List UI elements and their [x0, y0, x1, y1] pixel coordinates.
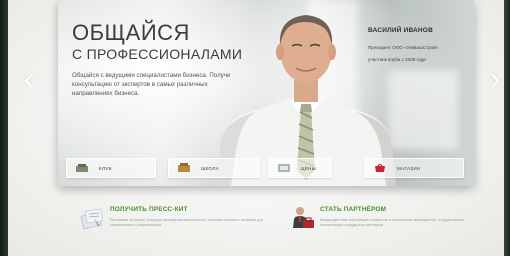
- banner-nav: КЛУБ ШКОЛА ЦЕНЫ МАГАЗИН: [58, 150, 474, 186]
- become-partner-link[interactable]: СТАТЬ ПАРТНЁРОМ Взаимодействие корпораци…: [290, 206, 480, 240]
- press-kit-description: Рекламная ситуация, ситуация проведения …: [110, 218, 264, 227]
- become-partner-title: СТАТЬ ПАРТНЁРОМ: [320, 206, 387, 213]
- tab-school[interactable]: ШКОЛА: [168, 158, 260, 178]
- hero-banner: ОБЩАЙСЯ С ПРОФЕССИОНАЛАМИ Общайся с веду…: [58, 0, 474, 186]
- tab-label: ЦЕНЫ: [301, 165, 317, 171]
- tab-shop[interactable]: МАГАЗИН: [364, 158, 464, 178]
- press-kit-icon: [80, 208, 104, 230]
- press-kit-title: ПОЛУЧИТЬ ПРЕСС-КИТ: [110, 206, 188, 213]
- prev-slide-arrow-icon[interactable]: ‹: [16, 62, 42, 96]
- tab-label: МАГАЗИН: [397, 165, 421, 171]
- right-edge: [504, 0, 510, 256]
- banner-headline: ОБЩАЙСЯ: [72, 20, 190, 45]
- person-role: Президент ООО «УмМашСтрой»: [368, 45, 439, 50]
- school-icon: [178, 163, 190, 172]
- next-slide-arrow-icon[interactable]: ›: [482, 62, 508, 96]
- press-kit-link[interactable]: ПОЛУЧИТЬ ПРЕСС-КИТ Рекламная ситуация, с…: [80, 206, 270, 240]
- shop-icon: [375, 164, 385, 172]
- partner-icon: [293, 207, 314, 228]
- left-edge: [0, 0, 8, 256]
- background-blur: [388, 70, 458, 150]
- prices-icon: [278, 164, 290, 172]
- tab-label: ШКОЛА: [201, 165, 219, 171]
- club-icon: [76, 164, 88, 172]
- become-partner-description: Взаимодействие корпораций и клиентов в о…: [320, 218, 465, 227]
- tab-prices[interactable]: ЦЕНЫ: [268, 158, 332, 178]
- tab-label: КЛУБ: [99, 165, 112, 171]
- tab-club[interactable]: КЛУБ: [66, 158, 156, 178]
- person-name: ВАСИЛИЙ ИВАНОВ: [368, 27, 433, 34]
- person-membership: участник клуба с 2008 года: [368, 57, 426, 62]
